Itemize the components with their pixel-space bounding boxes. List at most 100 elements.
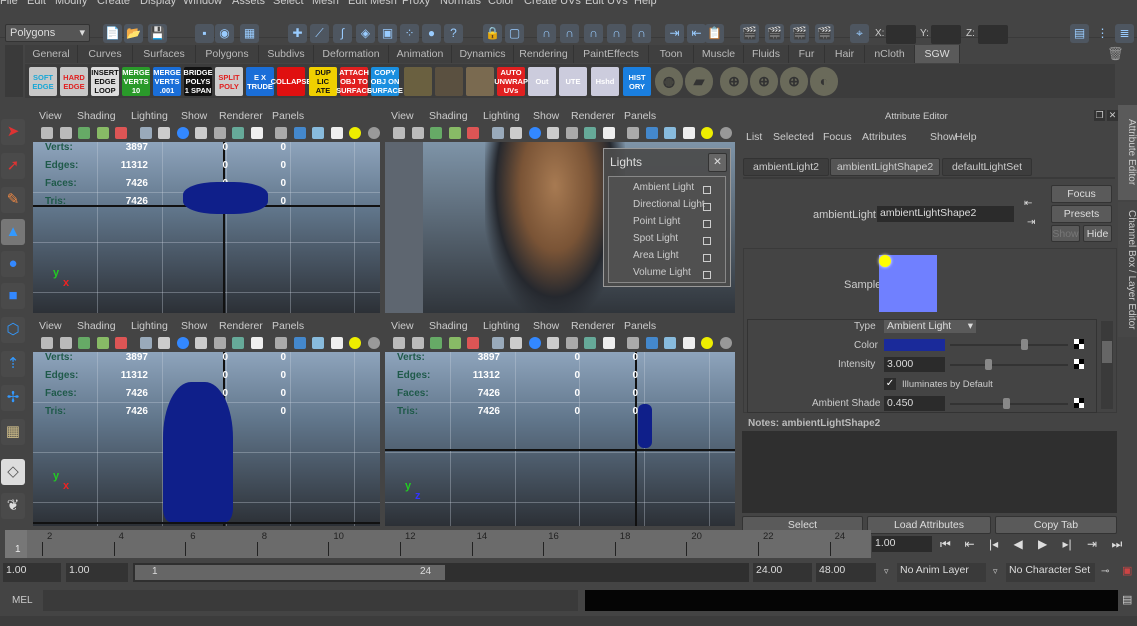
attribute-editor-toggle-icon[interactable]: ▤: [1070, 24, 1089, 43]
checker-icon[interactable]: [682, 337, 695, 349]
camera-icon[interactable]: [41, 127, 53, 139]
end-time-field[interactable]: 48.00: [816, 563, 876, 582]
viewport-menu-renderer[interactable]: Renderer: [219, 320, 263, 332]
smooth-shade-icon[interactable]: [176, 337, 189, 349]
tab-toon[interactable]: Toon: [649, 45, 694, 63]
range-slider[interactable]: 1 24: [133, 563, 749, 582]
shelf-button-ute[interactable]: UTE: [559, 67, 587, 96]
shaded-cube-icon[interactable]: [293, 127, 306, 139]
save-scene-icon[interactable]: 💾: [148, 24, 167, 43]
camera-attr-icon[interactable]: [59, 127, 72, 139]
trash-icon[interactable]: 🗑: [1107, 46, 1124, 62]
manip-2-icon[interactable]: ⊕: [780, 67, 808, 96]
menu-edit-uvs[interactable]: Edit UVs: [585, 0, 628, 7]
side-tab-attribute-editor[interactable]: Attribute Editor: [1118, 105, 1137, 200]
animation-preferences-icon[interactable]: ▣: [1122, 564, 1132, 577]
uv-layout-icon[interactable]: ▦: [1, 419, 25, 445]
attributes-scrollbar[interactable]: [1101, 321, 1113, 409]
tab-deformation[interactable]: Deformation: [314, 45, 389, 63]
viewport-menu-panels[interactable]: Panels: [624, 110, 656, 122]
start-time-field[interactable]: 1.00: [3, 563, 61, 582]
tab-general[interactable]: General: [25, 45, 78, 63]
isolate-icon[interactable]: [275, 127, 287, 139]
text-icon[interactable]: [602, 337, 615, 349]
channel-box-toggle-icon[interactable]: ≣: [1115, 24, 1134, 43]
text-icon[interactable]: [250, 127, 263, 139]
lights-icon[interactable]: [349, 337, 361, 349]
viewport-menu-shading[interactable]: Shading: [429, 110, 468, 122]
bookmark-icon[interactable]: [78, 337, 90, 349]
ae-menu-focus[interactable]: Focus: [823, 131, 852, 143]
viewport-menu-shading[interactable]: Shading: [77, 110, 116, 122]
menu-create[interactable]: Create: [97, 0, 130, 7]
wireframe-icon[interactable]: [491, 337, 504, 349]
tab-painteffects[interactable]: PaintEffects: [574, 45, 649, 63]
snap-vertex-icon[interactable]: ⁘: [400, 24, 419, 43]
default-material-icon[interactable]: [547, 337, 559, 349]
smooth-shade-icon[interactable]: [176, 127, 189, 139]
viewport-menu-shading[interactable]: Shading: [429, 320, 468, 332]
shelf-button-attach-obj-to-surface[interactable]: ATTACH OBJ TO SURFACE: [336, 67, 372, 96]
z-field[interactable]: [978, 25, 1008, 44]
manip-3-icon[interactable]: ◐: [810, 67, 838, 96]
ae-menu-selected[interactable]: Selected: [773, 131, 814, 143]
bookmark-icon[interactable]: [430, 127, 442, 139]
checker-icon[interactable]: [682, 127, 695, 139]
ae-tab-defaultlightset[interactable]: defaultLightSet: [942, 158, 1032, 176]
grease-icon[interactable]: [115, 337, 127, 349]
mode-selector[interactable]: Polygons: [5, 24, 90, 42]
step-back-key-button[interactable]: ⇤: [965, 537, 975, 551]
shelf-button-hshd[interactable]: Hshd: [591, 67, 619, 96]
soft-mod-icon[interactable]: ⇡: [1, 351, 25, 377]
shaded-cube-icon[interactable]: [645, 127, 658, 139]
camera-attr-icon[interactable]: [59, 337, 72, 349]
ambient-shade-map-button-icon[interactable]: [1074, 398, 1084, 408]
bookmark-icon[interactable]: [430, 337, 442, 349]
float-icon[interactable]: ❐: [1094, 110, 1105, 121]
viewport-canvas[interactable]: Verts: 3897 0 0 Edges: 11312 0 0 Faces: 7426 0 0 Tri…: [33, 352, 380, 526]
shelf-button-dup-lic-ate[interactable]: DUP LIC ATE: [309, 67, 337, 96]
show-button[interactable]: Show: [1051, 225, 1080, 242]
isolate-icon[interactable]: [627, 127, 639, 139]
character-set-dropdown-icon[interactable]: ▿: [993, 566, 998, 577]
viewport-menu-panels[interactable]: Panels: [272, 110, 304, 122]
film-gate-icon[interactable]: [510, 337, 522, 349]
shelf-button-hist-ory[interactable]: HIST ORY: [623, 67, 651, 96]
select-object-icon[interactable]: ◉: [215, 24, 234, 43]
new-scene-icon[interactable]: 📄: [103, 24, 122, 43]
go-to-start-button[interactable]: ⏮: [940, 537, 951, 552]
viewport-menu-panels[interactable]: Panels: [272, 320, 304, 332]
menu-create-uvs[interactable]: Create UVs: [524, 0, 581, 7]
image-plane-icon[interactable]: [96, 337, 109, 349]
textured-icon[interactable]: [584, 337, 596, 349]
viewport-menu-view[interactable]: View: [391, 110, 414, 122]
playback-end-field[interactable]: 24.00: [753, 563, 812, 582]
tab-muscle[interactable]: Muscle: [694, 45, 744, 63]
magnet-1-icon[interactable]: ∩: [537, 24, 556, 43]
magnet-2-icon[interactable]: ∩: [560, 24, 579, 43]
character-set-selector[interactable]: No Character Set: [1006, 563, 1095, 582]
tool-settings-icon[interactable]: ⋮: [1093, 24, 1112, 43]
snap-live-icon[interactable]: ▣: [378, 24, 397, 43]
intensity-map-button-icon[interactable]: [1074, 359, 1084, 369]
time-slider[interactable]: 2 4 6 8 10 12 14 16 18 20 22 24 1 1.00 ⏮ ⇤ |◂ ◀ ▶ ▸| ⇥ ⏭: [0, 530, 1137, 558]
xray-icon[interactable]: [213, 337, 226, 349]
universal-manipulator-icon[interactable]: ⬡: [1, 317, 25, 343]
scale-tool-icon[interactable]: ■: [1, 283, 25, 309]
shelf-button-tool-13[interactable]: [435, 67, 463, 96]
shelf-button-hard-edge[interactable]: HARD EDGE: [60, 67, 88, 96]
command-line-input[interactable]: [43, 590, 578, 611]
intensity-field[interactable]: 3.000: [884, 357, 945, 372]
isolate-icon[interactable]: [627, 337, 639, 349]
anim-layer-selector[interactable]: No Anim Layer: [897, 563, 986, 582]
grease-icon[interactable]: [467, 337, 479, 349]
light-checkbox[interactable]: [703, 203, 711, 211]
shelf-button-split-poly[interactable]: SPLIT POLY: [215, 67, 243, 96]
shadow-icon[interactable]: [719, 127, 732, 139]
grease-icon[interactable]: [115, 127, 127, 139]
shelf-menu-icon[interactable]: [5, 45, 23, 97]
wireframe-icon[interactable]: [491, 127, 504, 139]
auto-key-icon[interactable]: ⊸: [1101, 566, 1109, 577]
tab-subdivs[interactable]: Subdivs: [259, 45, 314, 63]
wireframe-icon[interactable]: [139, 127, 152, 139]
